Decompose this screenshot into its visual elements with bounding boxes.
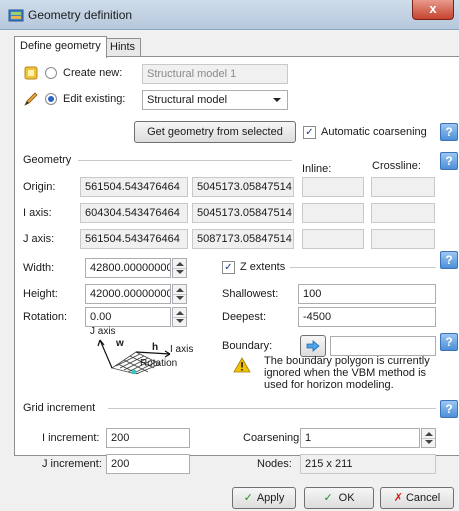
i-increment-field[interactable]: 200	[106, 428, 190, 448]
cross-icon: ✗	[393, 492, 403, 504]
automatic-coarsening-checkbox[interactable]: ✓	[303, 126, 316, 139]
crossline-header: Crossline:	[372, 160, 421, 172]
apply-button[interactable]: ✓ Apply	[232, 487, 296, 509]
help-z-extents-button[interactable]: ?	[440, 251, 458, 269]
edit-existing-value: Structural model	[147, 94, 228, 106]
chevron-down-icon	[273, 98, 281, 102]
width-stepper[interactable]	[172, 258, 187, 278]
new-model-icon	[24, 66, 38, 80]
j-axis-x-field[interactable]: 561504.543476464	[80, 229, 188, 249]
geometry-section-label: Geometry	[23, 154, 72, 166]
arrow-right-icon	[306, 340, 320, 352]
i-axis-inline-field[interactable]	[302, 203, 364, 223]
help-grid-increment-button[interactable]: ?	[440, 400, 458, 418]
ok-label: OK	[338, 492, 355, 504]
tab-define-geometry[interactable]: Define geometry	[14, 36, 107, 58]
j-axis-y-field[interactable]: 5087173.05847514	[192, 229, 294, 249]
width-label: Width:	[23, 262, 55, 274]
origin-crossline-field[interactable]	[371, 177, 435, 197]
axis-diagram: J axis w h I axis Rotation	[86, 326, 196, 374]
i-axis-label: I axis:	[23, 207, 52, 219]
rotation-field[interactable]: 0.00	[85, 307, 171, 327]
rotation-stepper[interactable]	[172, 307, 187, 327]
origin-label: Origin:	[23, 181, 56, 193]
help-geometry-button[interactable]: ?	[440, 152, 458, 170]
diagram-i-axis-label: I axis	[170, 344, 194, 355]
define-geometry-panel	[14, 56, 459, 456]
apply-label: Apply	[256, 492, 285, 504]
i-axis-y-field[interactable]: 5045173.05847514	[192, 203, 294, 223]
z-extents-checkbox[interactable]: ✓	[222, 261, 235, 274]
coarsening-stepper[interactable]	[421, 428, 436, 448]
grid-increment-section-label: Grid increment	[23, 402, 96, 414]
grid-increment-divider	[108, 408, 436, 409]
help-boundary-button[interactable]: ?	[440, 333, 458, 351]
deepest-label: Deepest:	[222, 311, 267, 323]
coarsening-field[interactable]: 1	[300, 428, 420, 448]
inline-header: Inline:	[302, 163, 332, 175]
origin-x-field[interactable]: 561504.543476464	[80, 177, 188, 197]
z-extents-divider	[290, 267, 436, 268]
diagram-j-axis-label: J axis	[90, 326, 116, 337]
window-title: Geometry definition	[28, 8, 133, 22]
diagram-w-label: w	[116, 338, 124, 349]
nodes-label: Nodes:	[257, 458, 292, 470]
j-increment-field[interactable]: 200	[106, 454, 190, 474]
help-coarsening-button[interactable]: ?	[440, 123, 458, 141]
warning-icon	[233, 357, 251, 373]
i-axis-crossline-field[interactable]	[371, 203, 435, 223]
diagram-h-label: h	[152, 342, 159, 353]
j-axis-label: J axis:	[23, 233, 55, 245]
create-new-radio[interactable]	[45, 67, 57, 79]
coarsening-label: Coarsening:	[243, 432, 303, 444]
j-increment-label: J increment:	[42, 458, 102, 470]
boundary-label: Boundary:	[222, 340, 273, 352]
pencil-icon	[24, 92, 38, 106]
edit-existing-dropdown[interactable]: Structural model	[142, 90, 288, 110]
cancel-label: Cancel	[405, 492, 441, 504]
boundary-warning-text: The boundary polygon is currently ignore…	[264, 355, 430, 391]
i-increment-label: I increment:	[42, 432, 100, 444]
edit-existing-radio[interactable]	[45, 93, 57, 105]
height-field[interactable]: 42000.00000000	[85, 284, 171, 304]
deepest-field[interactable]: -4500	[298, 307, 436, 327]
check-icon: ✓	[243, 492, 253, 504]
automatic-coarsening-label: Automatic coarsening	[321, 126, 427, 138]
create-new-name-field[interactable]: Structural model 1	[142, 64, 288, 84]
width-field[interactable]: 42800.00000000	[85, 258, 171, 278]
rotation-label: Rotation:	[23, 311, 68, 323]
ok-button[interactable]: ✓ OK	[304, 487, 374, 509]
i-axis-x-field[interactable]: 604304.543476464	[80, 203, 188, 223]
origin-inline-field[interactable]	[302, 177, 364, 197]
edit-existing-label: Edit existing:	[63, 93, 126, 105]
close-button[interactable]: x	[412, 0, 454, 20]
cancel-button[interactable]: ✗ Cancel	[380, 487, 454, 509]
j-axis-crossline-field[interactable]	[371, 229, 435, 249]
boundary-field[interactable]	[330, 336, 436, 356]
j-axis-inline-field[interactable]	[302, 229, 364, 249]
geometry-divider	[78, 160, 292, 161]
z-extents-label: Z extents	[240, 261, 286, 273]
title-bar[interactable]: Geometry definition x	[0, 0, 459, 30]
height-label: Height:	[23, 288, 58, 300]
check-icon: ✓	[323, 492, 333, 504]
tab-hints[interactable]: Hints	[104, 38, 142, 57]
get-geometry-button[interactable]: Get geometry from selected	[134, 121, 296, 143]
diagram-rotation-label: Rotation	[140, 358, 178, 369]
app-icon	[8, 9, 24, 22]
height-stepper[interactable]	[172, 284, 187, 304]
nodes-value: 215 x 211	[300, 454, 436, 474]
shallowest-label: Shallowest:	[222, 288, 279, 300]
shallowest-field[interactable]: 100	[298, 284, 436, 304]
origin-y-field[interactable]: 5045173.05847514	[192, 177, 294, 197]
create-new-label: Create new:	[63, 67, 123, 79]
boundary-insert-button[interactable]	[300, 335, 326, 357]
